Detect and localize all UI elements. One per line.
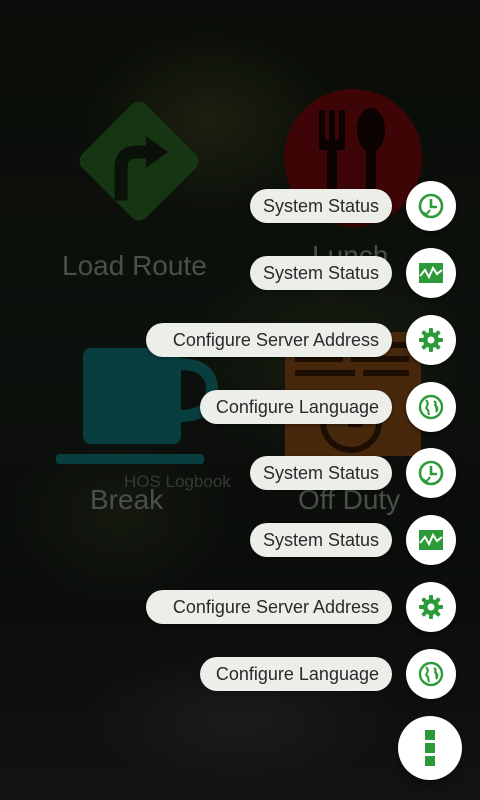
globe-icon [418,661,444,687]
menu-item-label[interactable]: Configure Server Address [145,323,392,357]
menu-item-system-status[interactable]: System Status [249,515,456,565]
menu-item-configure-server-address[interactable]: Configure Server Address [145,315,456,365]
mini-fab-configure-language[interactable] [406,382,456,432]
gear-icon [419,328,443,352]
menu-item-label[interactable]: System Status [249,256,392,290]
menu-item-label[interactable]: Configure Language [199,657,392,691]
globe-icon [418,394,444,420]
menu-item-label[interactable]: System Status [249,189,392,223]
mini-fab-configure-server[interactable] [406,582,456,632]
mini-fab-system-status[interactable] [406,515,456,565]
menu-item-system-status[interactable]: System Status [249,181,456,231]
menu-item-configure-language[interactable]: Configure Language [199,649,456,699]
clock-check-icon [418,193,444,219]
clock-check-icon [418,460,444,486]
menu-item-label[interactable]: Configure Language [199,390,392,424]
menu-item-system-status[interactable]: System Status [249,248,456,298]
menu-item-label[interactable]: Configure Server Address [145,590,392,624]
mini-fab-configure-language[interactable] [406,649,456,699]
menu-item-label[interactable]: System Status [249,456,392,490]
mini-fab-system-status[interactable] [406,448,456,498]
menu-item-label[interactable]: System Status [249,523,392,557]
mini-fab-configure-server[interactable] [406,315,456,365]
main-fab-button[interactable] [398,716,462,780]
mini-fab-system-status[interactable] [406,181,456,231]
pulse-chart-icon [419,530,443,550]
gear-icon [419,595,443,619]
menu-item-configure-language[interactable]: Configure Language [199,382,456,432]
more-vertical-icon [425,730,435,766]
menu-item-configure-server-address[interactable]: Configure Server Address [145,582,456,632]
menu-item-system-status[interactable]: System Status [249,448,456,498]
mini-fab-system-status[interactable] [406,248,456,298]
pulse-chart-icon [419,263,443,283]
